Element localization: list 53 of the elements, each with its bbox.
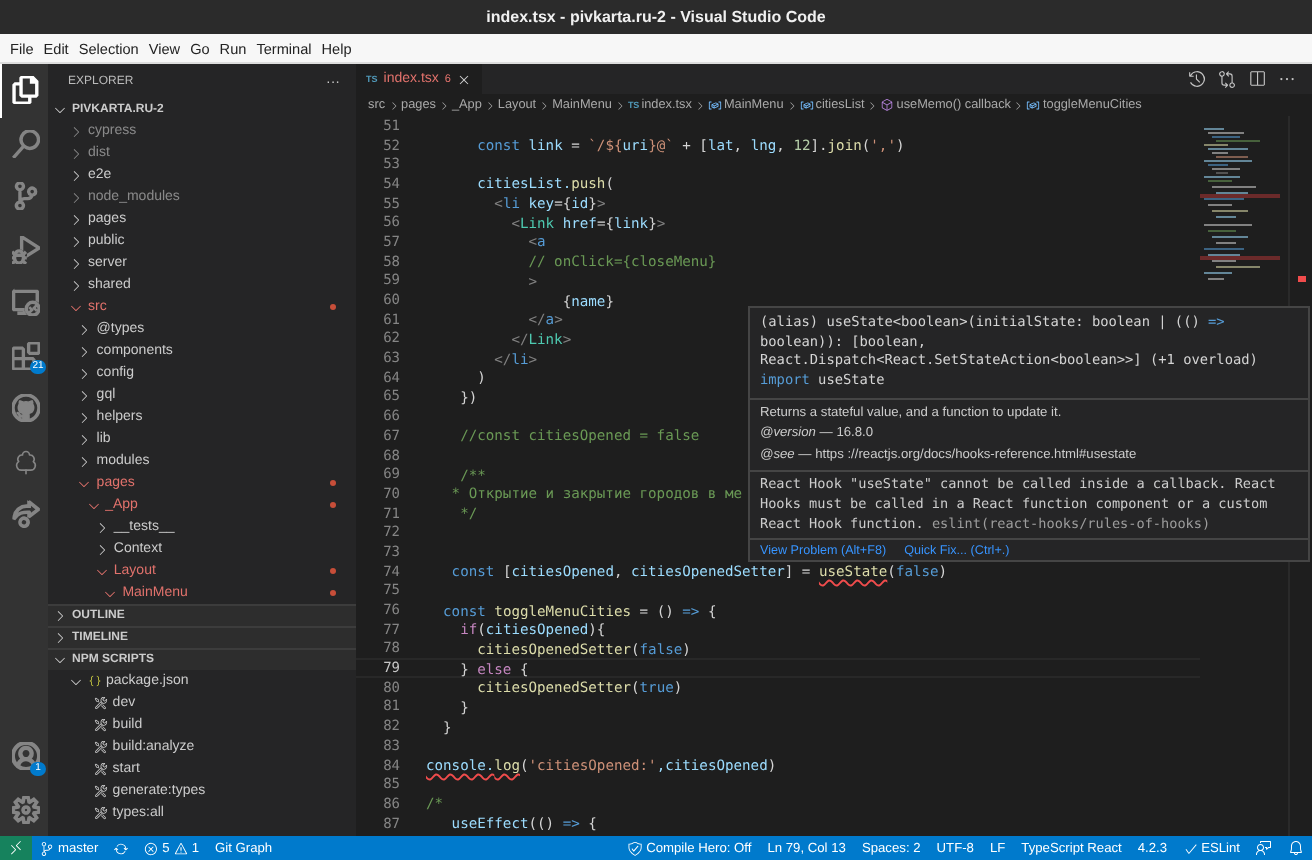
chevron-down-icon	[52, 102, 68, 118]
chevron-right-icon	[785, 99, 798, 111]
github-icon	[11, 394, 39, 423]
wrench-icon	[94, 784, 109, 798]
close-icon[interactable]	[456, 71, 473, 87]
split-editor-icon[interactable]	[1248, 70, 1266, 88]
compare-icon[interactable]	[1218, 70, 1236, 88]
search-icon	[11, 129, 39, 158]
chevron-right-icon	[387, 99, 400, 111]
files-icon	[11, 76, 39, 105]
history-icon[interactable]	[1188, 70, 1206, 88]
chevron-right-icon	[437, 99, 450, 111]
modified-dot	[330, 304, 336, 310]
window-title: index.tsx - pivkarta.ru-2 - Visual Studio Code	[486, 8, 826, 26]
chevron-right-icon	[613, 99, 626, 111]
modified-dot	[330, 480, 336, 486]
remote-icon	[8, 840, 24, 856]
bell-icon	[1288, 840, 1304, 856]
chevron-right-icon	[866, 99, 879, 111]
check-icon	[1183, 841, 1198, 855]
run-debug-icon	[11, 235, 39, 264]
chevron-right-icon	[1012, 99, 1025, 111]
monitor-icon	[11, 288, 39, 317]
error-icon	[144, 841, 159, 855]
wrench-icon	[94, 696, 109, 710]
account-icon	[11, 742, 39, 771]
wrench-icon	[94, 718, 109, 732]
variable-icon	[1026, 98, 1041, 112]
extensions-icon	[11, 341, 39, 370]
chevron-right-icon	[538, 99, 551, 111]
modified-dot	[330, 590, 336, 596]
source-control-icon	[11, 182, 39, 211]
modified-dot	[330, 502, 336, 508]
cube-icon	[880, 98, 895, 112]
curved-arrow-icon	[11, 500, 39, 529]
variable-icon	[799, 98, 814, 112]
sync-icon	[114, 841, 129, 855]
chevron-right-icon	[483, 99, 496, 111]
chevron-right-icon	[693, 99, 706, 111]
shield-icon	[628, 841, 643, 855]
feedback-icon	[1256, 840, 1272, 856]
warning-icon	[173, 841, 188, 855]
remote-button[interactable]	[0, 836, 32, 860]
wrench-icon	[94, 740, 109, 754]
braces-icon	[88, 674, 102, 688]
tree-icon	[11, 447, 39, 476]
error-marker	[1298, 276, 1306, 282]
wrench-icon	[94, 806, 109, 820]
settings-icon	[11, 795, 39, 824]
variable-icon	[707, 98, 722, 112]
wrench-icon	[94, 762, 109, 776]
modified-dot	[330, 568, 336, 574]
branch-icon	[40, 841, 54, 855]
